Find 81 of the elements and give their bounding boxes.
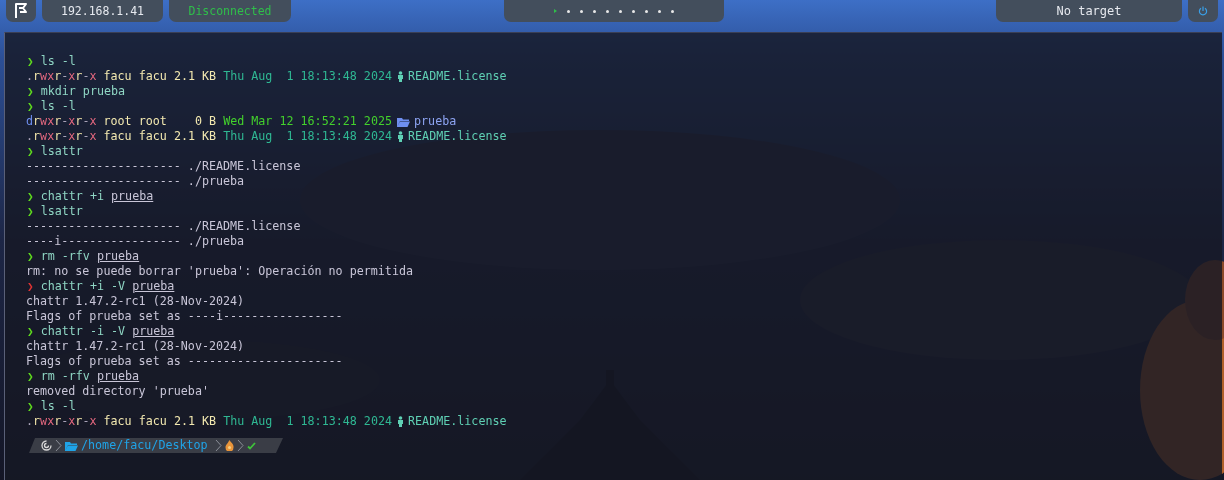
output-line: ---------------------- ./README.license [26,219,301,234]
permissions: drwxr-xr-x [26,114,97,129]
workspace-dot[interactable] [619,9,622,13]
owner: root [103,114,132,129]
workspace-dot[interactable] [567,9,570,13]
owner: facu [103,414,132,429]
folder-icon [65,440,78,451]
workspace-dot[interactable] [645,9,648,13]
permissions: .rwxr-xr-x [26,69,97,84]
output-line: chattr 1.47.2-rc1 (28-Nov-2024) [26,339,245,354]
ip-address: 192.168.1.41 [42,0,163,22]
group: root [138,114,167,129]
command-text: lsattr [40,144,83,159]
workspace-dot[interactable] [658,9,661,13]
output-line: ---------------------- ./prueba [26,174,245,189]
group: facu [138,69,167,84]
vpn-status: Disconnected [169,0,291,22]
file-size: 2.1 KB [173,129,217,144]
file-size: 2.1 KB [173,69,217,84]
output-line: Flags of prueba set as ----i----------------- [26,309,343,324]
prompt-symbol: ❯ [27,279,34,294]
swirl-logo-icon [41,440,52,451]
owner: facu [103,69,132,84]
chevron-icon [214,439,222,452]
modified-date: Thu Aug 1 18:13:48 2024 [223,414,392,429]
workspace-dot[interactable] [632,9,635,13]
command-text: lsattr [40,204,83,219]
modified-date: Wed Mar 12 16:52:21 2025 [223,114,392,129]
permissions: .rwxr-xr-x [26,414,97,429]
workspace-dot[interactable] [580,9,583,13]
command-text: chattr -i -V prueba [40,324,175,339]
file-name: README.license [408,69,507,84]
group: facu [138,129,167,144]
modified-date: Thu Aug 1 18:13:48 2024 [223,129,392,144]
command-text: ls -l [40,399,76,414]
permissions: .rwxr-xr-x [26,129,97,144]
command-text: chattr +i prueba [40,189,154,204]
check-icon [246,441,256,450]
prompt-symbol: ❯ [27,324,34,339]
launcher-button[interactable] [6,0,36,22]
workspace-dot[interactable] [593,9,596,13]
power-button[interactable] [1188,0,1218,22]
flag-logo-icon [14,3,28,19]
current-path: /home/facu/Desktop [81,438,208,453]
prompt-symbol: ❯ [27,204,34,219]
command-text: ls -l [40,54,76,69]
file-name: README.license [408,129,507,144]
group: facu [138,414,167,429]
chevron-icon [236,439,244,452]
command-text: chattr +i -V prueba [40,279,175,294]
prompt-symbol: ❯ [27,84,34,99]
command-text: rm -rfv prueba [40,249,140,264]
output-line: ---------------------- ./README.license [26,159,301,174]
modified-date: Thu Aug 1 18:13:48 2024 [223,69,392,84]
output-line: chattr 1.47.2-rc1 (28-Nov-2024) [26,294,245,309]
command-text: rm -rfv prueba [40,369,140,384]
file-size: 0 B [193,114,217,129]
active-workspace-indicator[interactable] [554,9,557,13]
output-line: rm: no se puede borrar 'prueba': Operación no permitida [26,264,413,279]
prompt-symbol: ❯ [27,249,34,264]
prompt-symbol: ❯ [27,369,34,384]
chevron-icon [55,439,62,452]
prompt-symbol: ❯ [27,399,34,414]
workspace-dot[interactable] [606,9,609,13]
power-icon [1198,6,1208,16]
prompt-symbol: ❯ [27,54,34,69]
output-line: Flags of prueba set as ---------------------- [26,354,343,369]
command-text: ls -l [40,99,76,114]
output-line: ----i----------------- ./prueba [26,234,245,249]
owner: facu [103,129,132,144]
prompt-symbol: ❯ [27,189,34,204]
workspace-dot[interactable] [671,9,674,13]
output-line: removed directory 'prueba' [26,384,209,399]
flame-icon [224,440,234,451]
command-text: mkdir prueba [40,84,126,99]
target-status: No target [996,0,1182,22]
prompt-symbol: ❯ [27,99,34,114]
prompt-symbol: ❯ [27,144,34,159]
file-size: 2.1 KB [173,414,217,429]
file-name: prueba [414,114,457,129]
file-name: README.license [408,414,507,429]
